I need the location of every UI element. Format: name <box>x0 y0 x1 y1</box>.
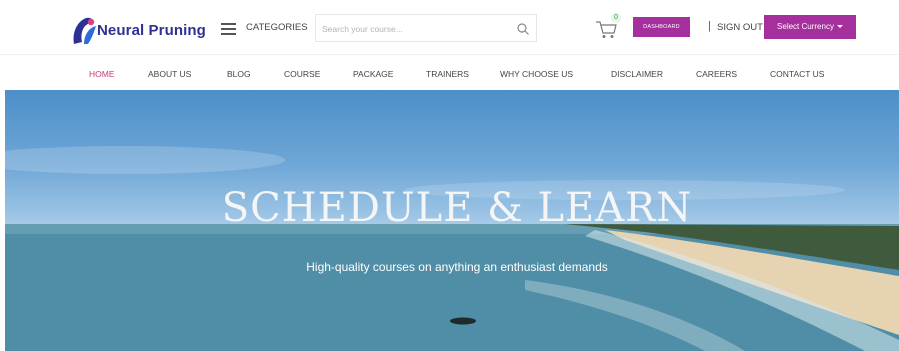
hero-subtitle: High-quality courses on anything an enth… <box>306 260 608 274</box>
dashboard-button[interactable]: DASHBOARD <box>633 17 690 37</box>
nav-item-careers[interactable]: CAREERS <box>696 69 737 79</box>
hero-banner: SCHEDULE & LEARN High-quality courses on… <box>5 90 899 351</box>
nav-item-blog[interactable]: BLOG <box>227 69 251 79</box>
caret-down-icon <box>836 25 843 29</box>
currency-dropdown[interactable]: Select Currency <box>764 15 856 39</box>
categories-link[interactable]: CATEGORIES <box>246 22 308 33</box>
nav-item-disclaimer[interactable]: DISCLAIMER <box>611 69 663 79</box>
hero-title: SCHEDULE & LEARN <box>221 185 693 231</box>
main-nav: HOME ABOUT US BLOG COURSE PACKAGE TRAINE… <box>0 54 899 90</box>
search-box <box>315 14 537 42</box>
logo[interactable]: Neural Pruning <box>70 14 220 48</box>
menu-icon[interactable] <box>221 23 236 35</box>
logo-text: Neural Pruning <box>97 22 206 39</box>
search-input[interactable] <box>320 19 514 39</box>
nav-item-why-choose-us[interactable]: WHY CHOOSE US <box>500 69 573 79</box>
cart-count-badge: 0 <box>611 13 621 23</box>
nav-item-trainers[interactable]: TRAINERS <box>426 69 469 79</box>
nav-item-course[interactable]: COURSE <box>284 69 320 79</box>
currency-label: Select Currency <box>777 22 834 31</box>
divider: | <box>708 20 711 32</box>
nav-item-about-us[interactable]: ABOUT US <box>148 69 191 79</box>
logo-icon <box>73 17 96 44</box>
top-header: Neural Pruning CATEGORIES 0 DASHBOARD | … <box>0 0 899 54</box>
search-icon[interactable] <box>516 22 530 36</box>
nav-item-package[interactable]: PACKAGE <box>353 69 393 79</box>
nav-item-contact-us[interactable]: CONTACT US <box>770 69 824 79</box>
nav-item-home[interactable]: HOME <box>89 69 115 79</box>
sign-out-link[interactable]: SIGN OUT <box>717 22 763 33</box>
